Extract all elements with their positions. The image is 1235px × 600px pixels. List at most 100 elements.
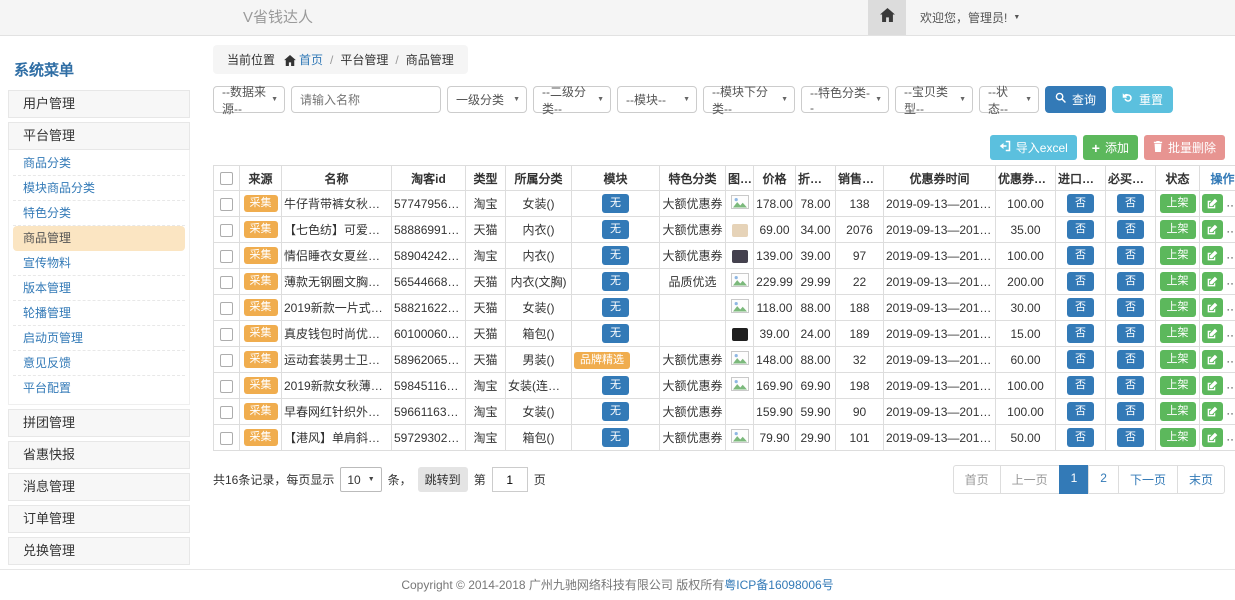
- edit-button[interactable]: [1202, 402, 1223, 421]
- sidebar-item-10[interactable]: 平台配置: [13, 376, 185, 401]
- import-select-toggle[interactable]: 否: [1067, 324, 1094, 343]
- module-badge[interactable]: 无: [602, 376, 629, 395]
- add-button[interactable]: + 添加: [1083, 135, 1138, 160]
- must-buy-toggle[interactable]: 否: [1117, 376, 1144, 395]
- page-button-4[interactable]: 2: [1088, 465, 1119, 494]
- per-page-select[interactable]: 10▼: [340, 467, 381, 492]
- sidebar-group-bottom-5[interactable]: 兑换管理: [8, 537, 190, 565]
- must-buy-toggle[interactable]: 否: [1117, 350, 1144, 369]
- reset-button[interactable]: 重置: [1112, 86, 1173, 113]
- import-select-toggle[interactable]: 否: [1067, 402, 1094, 421]
- status-badge[interactable]: 上架: [1160, 402, 1196, 421]
- status-badge[interactable]: 上架: [1160, 428, 1196, 447]
- filter-select-9[interactable]: --状态--▼: [979, 86, 1039, 113]
- search-button[interactable]: 查询: [1045, 86, 1106, 113]
- home-button[interactable]: [868, 0, 906, 35]
- must-buy-toggle[interactable]: 否: [1117, 428, 1144, 447]
- sidebar-item-1[interactable]: 商品分类: [13, 151, 185, 176]
- row-checkbox[interactable]: [220, 302, 233, 315]
- status-badge[interactable]: 上架: [1160, 272, 1196, 291]
- sidebar-group-bottom-3[interactable]: 消息管理: [8, 473, 190, 501]
- module-badge[interactable]: 无: [602, 194, 629, 213]
- edit-button[interactable]: [1202, 376, 1223, 395]
- must-buy-toggle[interactable]: 否: [1117, 220, 1144, 239]
- must-buy-toggle[interactable]: 否: [1117, 194, 1144, 213]
- module-badge[interactable]: 无: [602, 428, 629, 447]
- sidebar-group-2[interactable]: 平台管理: [8, 122, 190, 150]
- sidebar-group-bottom-4[interactable]: 订单管理: [8, 505, 190, 533]
- module-badge[interactable]: 无: [602, 220, 629, 239]
- module-badge[interactable]: 无: [602, 324, 629, 343]
- import-select-toggle[interactable]: 否: [1067, 350, 1094, 369]
- sidebar-item-7[interactable]: 轮播管理: [13, 301, 185, 326]
- page-number-input[interactable]: [492, 467, 528, 492]
- status-badge[interactable]: 上架: [1160, 220, 1196, 239]
- import-select-toggle[interactable]: 否: [1067, 194, 1094, 213]
- import-select-toggle[interactable]: 否: [1067, 220, 1094, 239]
- filter-select-1[interactable]: --数据来源--▼: [213, 86, 285, 113]
- sidebar-item-2[interactable]: 模块商品分类: [13, 176, 185, 201]
- module-badge[interactable]: 无: [602, 246, 629, 265]
- row-checkbox[interactable]: [220, 380, 233, 393]
- row-checkbox[interactable]: [220, 406, 233, 419]
- jump-button[interactable]: 跳转到: [418, 467, 468, 492]
- row-checkbox[interactable]: [220, 354, 233, 367]
- sidebar-item-3[interactable]: 特色分类: [13, 201, 185, 226]
- breadcrumb-home-link[interactable]: 首页: [299, 53, 323, 67]
- row-checkbox[interactable]: [220, 224, 233, 237]
- filter-select-5[interactable]: --模块--▼: [617, 86, 697, 113]
- row-checkbox[interactable]: [220, 328, 233, 341]
- must-buy-toggle[interactable]: 否: [1117, 246, 1144, 265]
- page-button-2[interactable]: 上一页: [1000, 465, 1060, 494]
- batch-delete-button[interactable]: 批量删除: [1144, 135, 1225, 160]
- select-all-checkbox[interactable]: [220, 172, 233, 185]
- edit-button[interactable]: [1202, 220, 1223, 239]
- filter-select-6[interactable]: --模块下分类--▼: [703, 86, 795, 113]
- row-checkbox[interactable]: [220, 198, 233, 211]
- status-badge[interactable]: 上架: [1160, 324, 1196, 343]
- must-buy-toggle[interactable]: 否: [1117, 298, 1144, 317]
- status-badge[interactable]: 上架: [1160, 298, 1196, 317]
- import-select-toggle[interactable]: 否: [1067, 428, 1094, 447]
- sidebar-item-9[interactable]: 意见反馈: [13, 351, 185, 376]
- page-button-3[interactable]: 1: [1059, 465, 1090, 494]
- module-badge[interactable]: 无: [602, 402, 629, 421]
- import-select-toggle[interactable]: 否: [1067, 272, 1094, 291]
- edit-button[interactable]: [1202, 350, 1223, 369]
- import-select-toggle[interactable]: 否: [1067, 298, 1094, 317]
- name-search-input[interactable]: [291, 86, 441, 113]
- sidebar-item-4[interactable]: 商品管理: [13, 226, 185, 251]
- edit-button[interactable]: [1202, 298, 1223, 317]
- sidebar-group-1[interactable]: 用户管理: [8, 90, 190, 118]
- must-buy-toggle[interactable]: 否: [1117, 402, 1144, 421]
- edit-button[interactable]: [1202, 272, 1223, 291]
- must-buy-toggle[interactable]: 否: [1117, 324, 1144, 343]
- page-button-5[interactable]: 下一页: [1118, 465, 1178, 494]
- edit-button[interactable]: [1202, 428, 1223, 447]
- edit-button[interactable]: [1202, 324, 1223, 343]
- edit-button[interactable]: [1202, 194, 1223, 213]
- status-badge[interactable]: 上架: [1160, 350, 1196, 369]
- sidebar-item-6[interactable]: 版本管理: [13, 276, 185, 301]
- user-menu[interactable]: 欢迎您，管理员! ▼: [906, 9, 1020, 26]
- sidebar-item-8[interactable]: 启动页管理: [13, 326, 185, 351]
- sidebar-group-bottom-1[interactable]: 拼团管理: [8, 409, 190, 437]
- filter-select-8[interactable]: --宝贝类型--▼: [895, 86, 973, 113]
- status-badge[interactable]: 上架: [1160, 194, 1196, 213]
- filter-select-4[interactable]: --二级分类--▼: [533, 86, 611, 113]
- import-select-toggle[interactable]: 否: [1067, 376, 1094, 395]
- edit-button[interactable]: [1202, 246, 1223, 265]
- sidebar-group-bottom-2[interactable]: 省惠快报: [8, 441, 190, 469]
- row-checkbox[interactable]: [220, 250, 233, 263]
- must-buy-toggle[interactable]: 否: [1117, 272, 1144, 291]
- module-badge[interactable]: 无: [602, 272, 629, 291]
- filter-select-3[interactable]: 一级分类▼: [447, 86, 527, 113]
- import-select-toggle[interactable]: 否: [1067, 246, 1094, 265]
- page-button-6[interactable]: 末页: [1177, 465, 1225, 494]
- page-button-1[interactable]: 首页: [953, 465, 1001, 494]
- import-excel-button[interactable]: 导入excel: [990, 135, 1077, 160]
- status-badge[interactable]: 上架: [1160, 246, 1196, 265]
- row-checkbox[interactable]: [220, 432, 233, 445]
- row-checkbox[interactable]: [220, 276, 233, 289]
- module-badge[interactable]: 无: [602, 298, 629, 317]
